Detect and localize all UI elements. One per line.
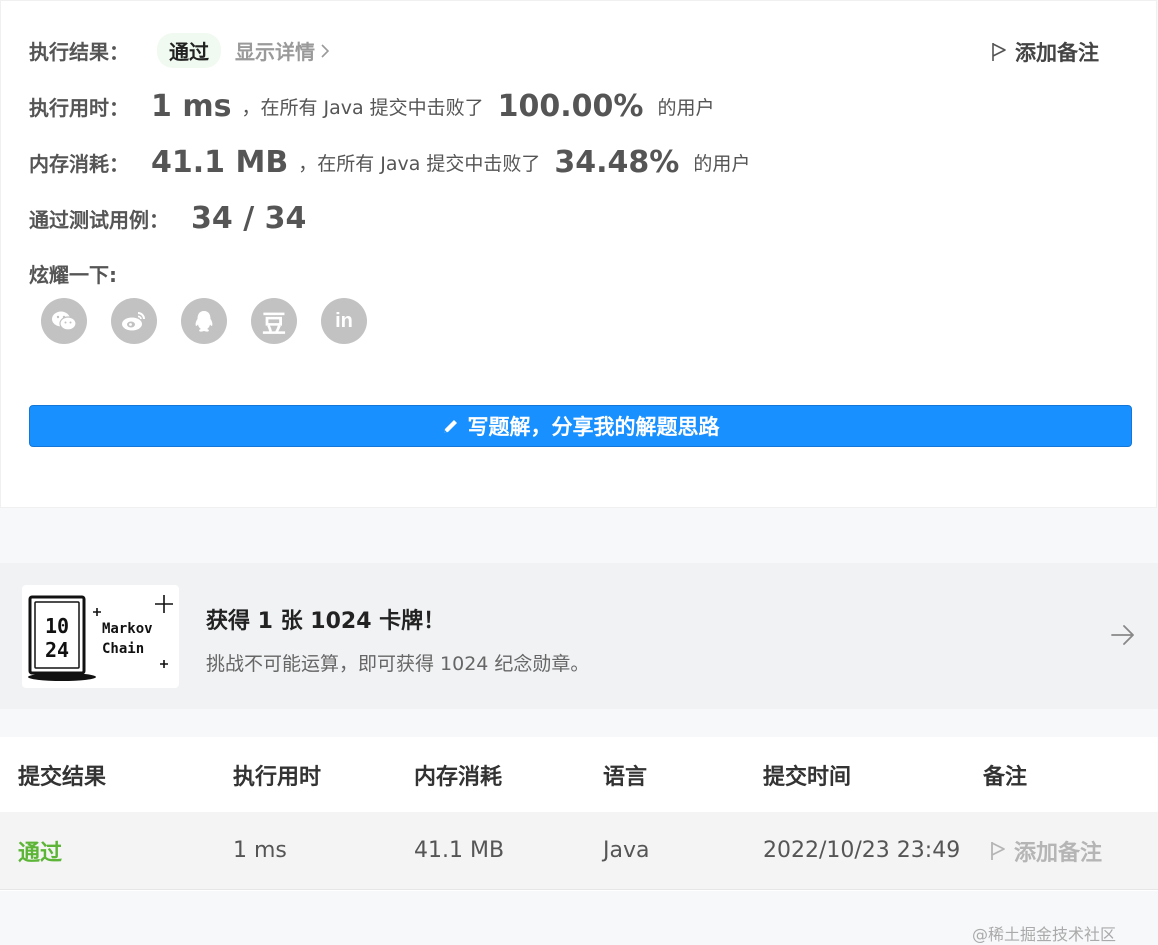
row-language: Java xyxy=(603,838,650,863)
share-label: 炫耀一下: xyxy=(29,263,117,287)
card-text-chain: Chain xyxy=(102,641,144,657)
runtime-suffix: 的用户 xyxy=(657,97,715,119)
runtime-prefix: ，在所有 Java 提交中击败了 xyxy=(241,97,484,119)
pencil-icon xyxy=(443,420,457,433)
runtime-value: 1 ms xyxy=(151,89,232,124)
share-icons: 豆 in xyxy=(41,298,367,344)
runtime-row: 执行用时： 1 ms ，在所有 Java 提交中击败了 100.00% 的用户 xyxy=(29,89,715,124)
row-memory: 41.1 MB xyxy=(414,838,505,863)
write-solution-label: 写题解，分享我的解题思路 xyxy=(467,415,720,439)
testcases-row: 通过测试用例： 34 / 34 xyxy=(29,201,306,236)
result-card: 执行结果： 通过 显示详情 添加备注 执行用时： 1 ms ，在所有 Java … xyxy=(0,0,1157,508)
qq-share-button[interactable] xyxy=(181,298,227,344)
card-glyph-top: 10 xyxy=(45,614,69,638)
header-time: 提交时间 xyxy=(763,764,852,790)
row-time: 2022/10/23 23:49 xyxy=(763,838,961,863)
header-memory: 内存消耗 xyxy=(414,764,503,790)
linkedin-icon: in xyxy=(335,309,353,332)
douban-share-button[interactable]: 豆 xyxy=(251,298,297,344)
weibo-icon xyxy=(122,312,145,331)
promo-banner[interactable]: 10 24 Markov Chain 获得 1 张 1024 卡牌！ 挑战不可能… xyxy=(0,563,1158,709)
promo-subtitle: 挑战不可能运算，即可获得 1024 纪念勋章。 xyxy=(206,653,590,675)
row-add-note-button[interactable]: 添加备注 xyxy=(990,812,1102,889)
runtime-percent: 100.00% xyxy=(497,89,644,124)
wechat-icon xyxy=(52,311,77,331)
wechat-share-button[interactable] xyxy=(41,298,87,344)
promo-title: 获得 1 张 1024 卡牌！ xyxy=(206,609,446,634)
header-language: 语言 xyxy=(603,764,648,790)
submission-table: 提交结果 执行用时 内存消耗 语言 提交时间 备注 通过 1 ms 41.1 M… xyxy=(0,737,1158,944)
show-details-label: 显示详情 xyxy=(235,40,315,64)
add-note-label: 添加备注 xyxy=(1015,41,1099,65)
row-result[interactable]: 通过 xyxy=(18,812,62,889)
card-glyph-bottom: 24 xyxy=(45,638,69,662)
douban-icon: 豆 xyxy=(262,309,286,338)
testcases-label: 通过测试用例： xyxy=(29,208,169,232)
testcases-value: 34 / 34 xyxy=(191,201,307,236)
header-runtime: 执行用时 xyxy=(233,764,322,790)
add-note-button[interactable]: 添加备注 xyxy=(991,37,1099,67)
linkedin-share-button[interactable]: in xyxy=(321,298,367,344)
markov-chain-logo: 10 24 Markov Chain xyxy=(28,595,173,681)
flag-icon xyxy=(991,841,1005,860)
memory-suffix: 的用户 xyxy=(693,153,751,175)
markov-chain-card: 10 24 Markov Chain xyxy=(22,585,179,688)
flag-icon xyxy=(992,43,1006,61)
status-badge: 通过 xyxy=(157,33,221,68)
table-row[interactable]: 通过 1 ms 41.1 MB Java 2022/10/23 23:49 添加… xyxy=(0,812,1158,944)
status-label: 执行结果： xyxy=(29,40,129,64)
runtime-label: 执行用时： xyxy=(29,96,129,120)
memory-value: 41.1 MB xyxy=(151,145,289,180)
watermark: @稀土掘金技术社区 xyxy=(972,925,1117,944)
memory-row: 内存消耗： 41.1 MB ，在所有 Java 提交中击败了 34.48% 的用… xyxy=(29,145,750,180)
memory-label: 内存消耗： xyxy=(29,152,129,176)
qq-icon xyxy=(195,311,213,332)
weibo-share-button[interactable] xyxy=(111,298,157,344)
header-result: 提交结果 xyxy=(18,764,107,790)
status-row: 执行结果： 通过 显示详情 xyxy=(29,33,329,68)
show-details-link[interactable]: 显示详情 xyxy=(235,36,329,65)
row-runtime: 1 ms xyxy=(233,838,287,863)
row-add-note-label: 添加备注 xyxy=(1014,840,1103,866)
memory-prefix: ，在所有 Java 提交中击败了 xyxy=(298,153,541,175)
write-solution-button[interactable]: 写题解，分享我的解题思路 xyxy=(29,405,1132,447)
chevron-right-icon xyxy=(321,43,329,58)
share-row: 炫耀一下: xyxy=(29,259,117,288)
card-text-markov: Markov xyxy=(102,621,153,637)
header-note: 备注 xyxy=(983,764,1028,790)
memory-percent: 34.48% xyxy=(554,145,680,180)
table-header: 提交结果 执行用时 内存消耗 语言 提交时间 备注 xyxy=(0,737,1158,812)
arrow-right-icon[interactable] xyxy=(1110,623,1136,647)
